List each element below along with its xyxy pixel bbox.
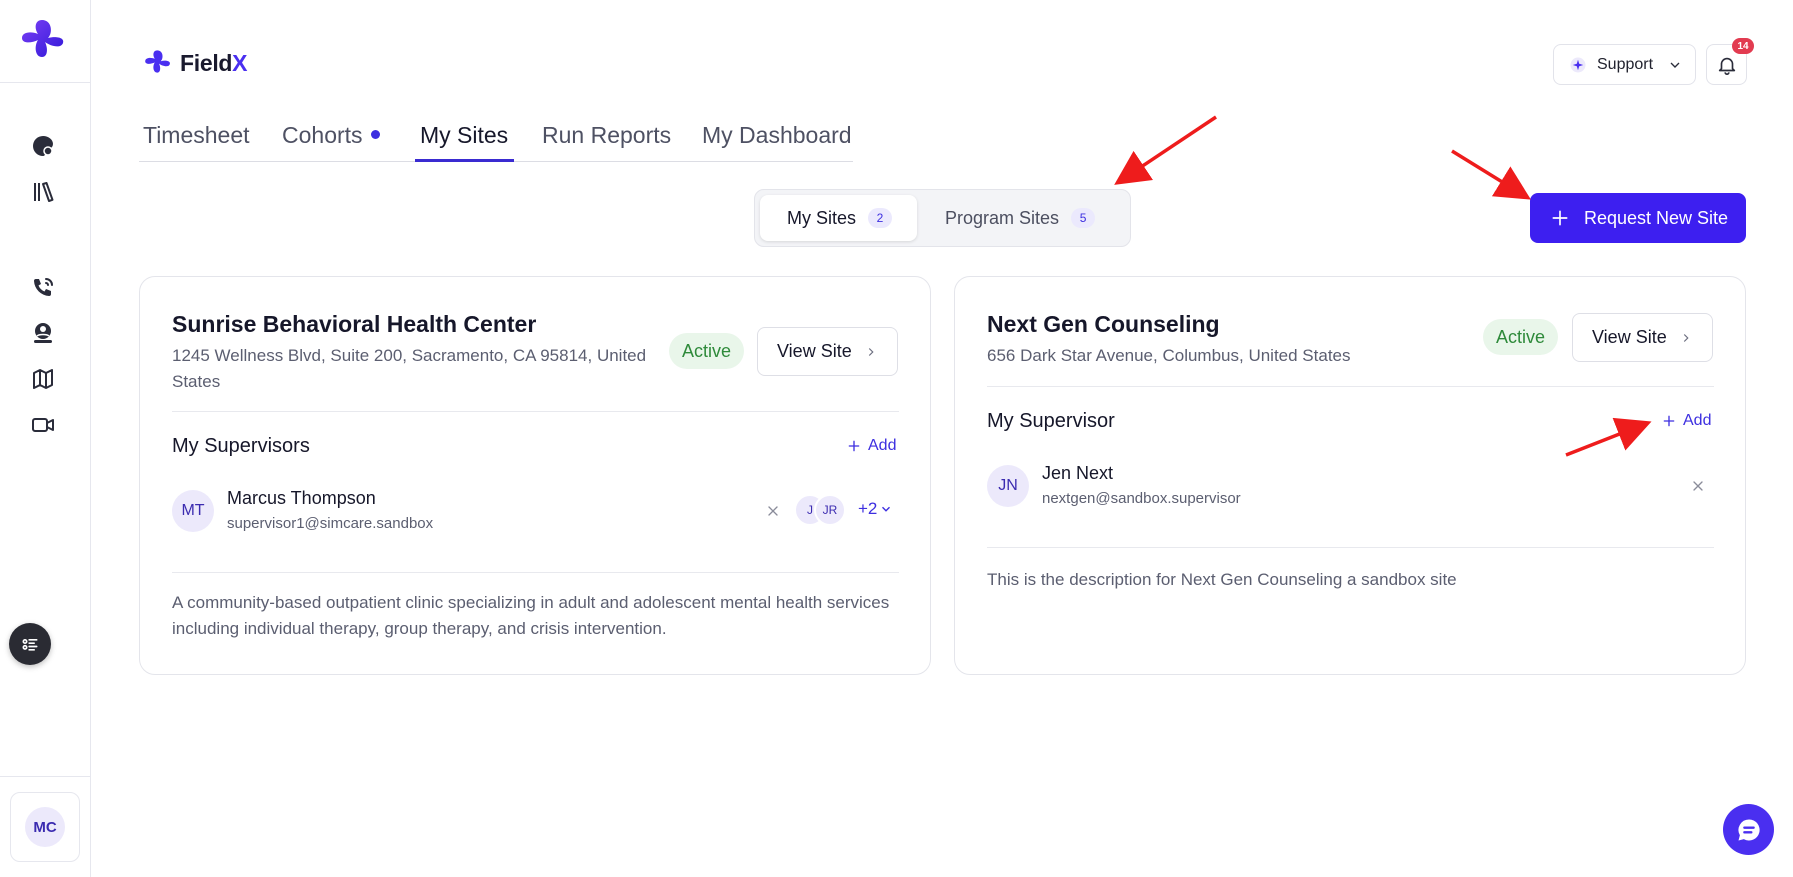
add-label: Add bbox=[1683, 412, 1712, 429]
tab-cohorts[interactable]: Cohorts bbox=[282, 122, 380, 149]
avatar: JR bbox=[814, 494, 846, 526]
card-divider bbox=[172, 411, 899, 412]
sites-segmented-control: My Sites 2 Program Sites 5 bbox=[754, 189, 1131, 247]
site-address: 1245 Wellness Blvd, Suite 200, Sacrament… bbox=[172, 346, 647, 391]
rail-bottom-divider bbox=[0, 776, 90, 777]
unread-dot bbox=[370, 130, 380, 140]
site-title: Sunrise Behavioral Health Center bbox=[172, 311, 537, 337]
request-new-site-label: Request New Site bbox=[1584, 207, 1729, 228]
avatar: MT bbox=[172, 490, 214, 532]
remove-supervisor-button[interactable] bbox=[764, 502, 782, 520]
chat-icon bbox=[1737, 818, 1760, 840]
chevron-right-icon bbox=[1683, 333, 1689, 342]
rail-divider bbox=[0, 82, 90, 83]
bell-icon bbox=[1718, 57, 1735, 75]
close-icon bbox=[768, 506, 778, 516]
plus-icon bbox=[1663, 415, 1675, 427]
site-title: Next Gen Counseling bbox=[987, 311, 1220, 337]
segment-my-sites-label: My Sites bbox=[787, 207, 857, 228]
palette-icon[interactable] bbox=[30, 133, 56, 159]
main-tabs: Timesheet Cohorts My Sites Run Reports M… bbox=[139, 116, 853, 162]
fieldx-logo-icon[interactable] bbox=[20, 16, 70, 66]
site-card: Next Gen Counseling 656 Dark Star Avenue… bbox=[954, 276, 1746, 675]
brand-name-prefix: Field bbox=[180, 49, 233, 76]
segment-program-sites-count: 5 bbox=[1071, 208, 1096, 228]
chevron-right-icon bbox=[868, 347, 874, 356]
supervisor-email: nextgen@sandbox.supervisor bbox=[1042, 490, 1241, 507]
brand-name-suffix: X bbox=[232, 49, 248, 76]
site-description: A community-based outpatient clinic spec… bbox=[172, 593, 890, 638]
map-icon[interactable] bbox=[30, 366, 56, 392]
annotation-arrow bbox=[1451, 149, 1531, 200]
status-badge: Active bbox=[1483, 319, 1559, 355]
annotation-arrow bbox=[1114, 115, 1217, 185]
site-address: 656 Dark Star Avenue, Columbus, United S… bbox=[987, 346, 1351, 365]
tab-timesheet[interactable]: Timesheet bbox=[143, 122, 250, 149]
tab-cohorts-label: Cohorts bbox=[282, 122, 363, 148]
segment-my-sites-count: 2 bbox=[868, 208, 893, 228]
plus-icon bbox=[1552, 210, 1568, 226]
brand-name: FieldX bbox=[180, 49, 248, 77]
view-site-label: View Site bbox=[1592, 327, 1667, 347]
status-badge: Active bbox=[669, 333, 745, 369]
active-tab-indicator bbox=[415, 159, 514, 162]
supervisor-name: Jen Next bbox=[1042, 463, 1114, 483]
add-supervisor-button[interactable]: Add bbox=[846, 437, 896, 455]
view-site-button[interactable]: View Site bbox=[757, 327, 898, 376]
add-label: Add bbox=[868, 437, 897, 454]
supervisor-email: supervisor1@simcare.sandbox bbox=[227, 515, 434, 532]
view-site-label: View Site bbox=[777, 341, 852, 361]
supervisors-heading: My Supervisors bbox=[172, 435, 310, 457]
supervisor-heading: My Supervisor bbox=[987, 410, 1115, 432]
card-divider bbox=[987, 547, 1714, 548]
site-card: Sunrise Behavioral Health Center 1245 We… bbox=[139, 276, 931, 675]
notifications-button[interactable]: 14 bbox=[1706, 38, 1754, 85]
sparkle-icon bbox=[1570, 57, 1586, 72]
tab-my-dashboard[interactable]: My Dashboard bbox=[702, 122, 852, 149]
close-icon bbox=[1693, 481, 1703, 491]
avatar[interactable]: MC bbox=[25, 807, 65, 847]
card-divider bbox=[172, 572, 899, 573]
tab-run-reports[interactable]: Run Reports bbox=[542, 122, 671, 149]
segment-program-sites-label: Program Sites bbox=[945, 207, 1060, 228]
segment-program-sites[interactable]: Program Sites 5 bbox=[925, 195, 1115, 241]
chevron-down-icon bbox=[882, 506, 891, 512]
more-count: +2 bbox=[858, 499, 878, 518]
support-button[interactable]: Support bbox=[1553, 44, 1696, 85]
user-circle-icon[interactable] bbox=[30, 320, 56, 346]
segment-my-sites[interactable]: My Sites 2 bbox=[760, 195, 917, 241]
video-icon[interactable] bbox=[30, 412, 56, 438]
phone-call-icon[interactable] bbox=[30, 275, 56, 301]
avatar: JN bbox=[987, 465, 1029, 507]
notification-badge: 14 bbox=[1732, 38, 1754, 54]
remove-supervisor-button[interactable] bbox=[1689, 477, 1707, 495]
card-divider bbox=[987, 386, 1714, 387]
supervisor-name: Marcus Thompson bbox=[227, 488, 376, 508]
left-rail: MC bbox=[0, 0, 91, 877]
chevron-down-icon bbox=[1670, 62, 1680, 68]
list-icon[interactable] bbox=[9, 623, 51, 665]
more-supervisors-button[interactable]: +2 bbox=[858, 499, 893, 519]
request-new-site-button[interactable]: Request New Site bbox=[1530, 193, 1746, 243]
library-icon[interactable] bbox=[30, 179, 56, 205]
brand-logo[interactable]: FieldX bbox=[144, 48, 248, 78]
chat-button[interactable] bbox=[1723, 804, 1774, 855]
site-description: This is the description for Next Gen Cou… bbox=[987, 570, 1457, 589]
add-supervisor-button[interactable]: Add bbox=[1661, 412, 1711, 430]
plus-icon bbox=[848, 440, 860, 452]
tab-my-sites[interactable]: My Sites bbox=[420, 122, 508, 149]
support-label: Support bbox=[1597, 55, 1654, 73]
view-site-button[interactable]: View Site bbox=[1572, 313, 1713, 362]
fieldx-logo-icon bbox=[145, 50, 170, 73]
user-menu[interactable]: MC bbox=[10, 792, 80, 862]
